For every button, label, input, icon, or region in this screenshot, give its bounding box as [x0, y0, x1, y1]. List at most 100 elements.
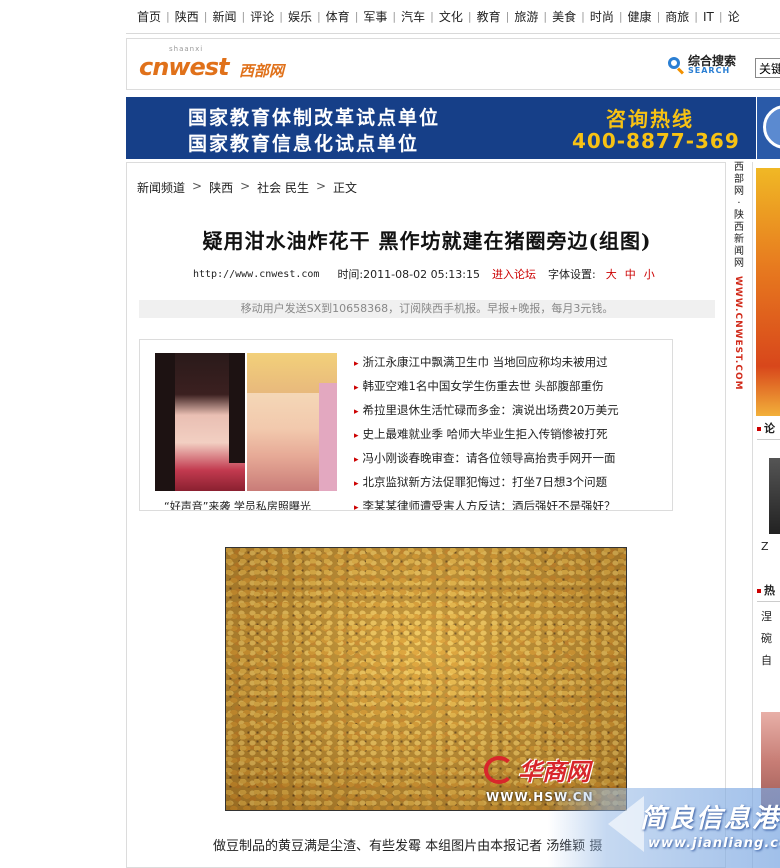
header-bar: shaanxi cnwest 西部网 综合搜索 SEARCH — [126, 38, 780, 90]
nav-item[interactable]: 文化 — [434, 8, 468, 25]
news-list-item[interactable]: ▸ 北京监狱新方法促罪犯悔过：打坐7日想3个问题 — [354, 470, 672, 494]
nav-item[interactable]: 军事 — [358, 8, 392, 25]
sidebar-item-1[interactable]: 涅 — [761, 608, 772, 624]
sidebar-item-3[interactable]: 自 — [761, 652, 772, 668]
hsw-watermark: 华商网 — [484, 752, 590, 787]
right-sidebar: 论 Z 热 涅 碗 自 — [752, 162, 780, 868]
banner-line-2: 国家教育信息化试点单位 — [188, 133, 420, 155]
sidebar-ad[interactable] — [756, 168, 780, 416]
nav-item[interactable]: 汽车 — [396, 8, 430, 25]
vertical-site-strip: 西部网 · 陕西新闻网 WWW.CNWEST.COM — [728, 162, 750, 442]
bullet-icon — [757, 589, 761, 593]
feature-box: “好声音”来袭 学员私房照曝光 ▸ 浙江永康江中飘满卫生巾 当地回应称均未被用过 ▸… — [139, 339, 673, 511]
sidebar-thumbnail[interactable] — [769, 458, 780, 534]
news-title: 浙江永康江中飘满卫生巾 当地回应称均未被用过 — [362, 355, 608, 369]
photo-caption: 做豆制品的黄豆满是尘渣、有些发霉 本组图片由本报记者 汤维颖 摄 — [213, 839, 603, 854]
bullet-icon — [757, 427, 761, 431]
news-list-item[interactable]: ▸ 浙江永康江中飘满卫生巾 当地回应称均未被用过 — [354, 350, 672, 374]
vertical-char: · — [737, 198, 741, 209]
vertical-char: 西 — [734, 222, 744, 233]
nav-item[interactable]: 论 — [723, 8, 745, 25]
chevron-right-icon: > — [240, 179, 251, 193]
nav-item[interactable]: 陕西 — [170, 8, 204, 25]
breadcrumb-item-channel[interactable]: 新闻频道 — [137, 179, 185, 196]
nav-item[interactable]: 娱乐 — [283, 8, 317, 25]
news-title: 希拉里退休生活忙碌而多金：演说出场费20万美元 — [362, 403, 619, 417]
banner-line-1: 国家教育体制改革试点单位 — [188, 107, 441, 129]
search-input[interactable] — [755, 58, 780, 78]
font-size-small[interactable]: 小 — [644, 266, 655, 282]
nav-item[interactable]: 时尚 — [585, 8, 619, 25]
hotline-label: 咨询热线 — [606, 107, 694, 131]
nav-item[interactable]: 教育 — [472, 8, 506, 25]
site-watermark: 简良信息港 www.jianliang.com — [548, 788, 780, 868]
vertical-char: 新 — [734, 234, 744, 245]
vertical-char: 闻 — [734, 246, 744, 257]
font-size-large[interactable]: 大 — [606, 266, 617, 282]
breadcrumb: 新闻频道 > 陕西 > 社会 民生 > 正文 — [137, 179, 357, 196]
article-title: 疑用泔水油炸花干 黑作坊就建在猪圈旁边(组图) — [202, 229, 652, 253]
news-list-item[interactable]: ▸ 史上最难就业季 哈师大毕业生拒入传销惨被打死 — [354, 422, 672, 446]
forum-link[interactable]: 进入论坛 — [492, 266, 536, 282]
breadcrumb-item-current: 正文 — [333, 181, 358, 195]
sidebar-section-forum[interactable]: 论 — [757, 420, 780, 440]
feature-photo-1[interactable] — [155, 353, 245, 491]
font-size-medium[interactable]: 中 — [625, 266, 636, 282]
news-list-item[interactable]: ▸ 冯小刚谈春晚审查：请各位领导高抬贵手网开一面 — [354, 446, 672, 470]
news-title: 李某某律师遭受害人方反诘：酒后强奸不是强奸？ — [362, 499, 616, 511]
nav-item[interactable]: 美食 — [547, 8, 581, 25]
nav-item[interactable]: 新闻 — [207, 8, 241, 25]
bullet-icon: ▸ — [354, 479, 359, 489]
news-list-item[interactable]: ▸ 希拉里退休生活忙碌而多金：演说出场费20万美元 — [354, 398, 672, 422]
bullet-icon: ▸ — [354, 383, 359, 393]
search-label-en: SEARCH — [688, 66, 731, 75]
nav-item[interactable]: 健康 — [623, 8, 657, 25]
nav-item[interactable]: 商旅 — [660, 8, 694, 25]
news-title: 史上最难就业季 哈师大毕业生拒入传销惨被打死 — [362, 427, 608, 441]
news-list-item[interactable]: ▸ 韩亚空难1名中国女学生伤重去世 头部腹部重伤 — [354, 374, 672, 398]
sidebar-item-2[interactable]: 碗 — [761, 630, 772, 646]
nav-item[interactable]: 体育 — [321, 8, 355, 25]
vertical-url[interactable]: WWW.CNWEST.COM — [733, 276, 743, 391]
search-icon — [667, 56, 685, 75]
bullet-icon: ▸ — [354, 359, 359, 369]
left-gutter — [0, 0, 126, 868]
logo-subtitle: shaanxi — [169, 45, 204, 53]
watermark-title: 简良信息港 — [640, 804, 780, 834]
source-url[interactable]: http://www.cnwest.com — [193, 269, 319, 280]
news-title: 北京监狱新方法促罪犯悔过：打坐7日想3个问题 — [362, 475, 608, 489]
chevron-right-icon: > — [192, 179, 203, 193]
related-news-list: ▸ 浙江永康江中飘满卫生巾 当地回应称均未被用过 ▸ 韩亚空难1名中国女学生伤重去世 … — [354, 350, 672, 511]
news-list-item[interactable]: ▸ 李某某律师遭受害人方反诘：酒后强奸不是强奸？ — [354, 494, 672, 511]
sidebar-section-hot[interactable]: 热 — [757, 582, 780, 602]
watermark-url: www.jianliang.com — [648, 836, 780, 851]
logo-text: cnwest — [139, 53, 230, 81]
education-banner-ad[interactable]: 国家教育体制改革试点单位 国家教育信息化试点单位 咨询热线 400-8877-3… — [126, 97, 756, 159]
article-panel: 新闻频道 > 陕西 > 社会 民生 > 正文 疑用泔水油炸花干 黑作坊就建在猪圈… — [126, 162, 726, 868]
sms-promo[interactable]: 移动用户发送SX到10658368，订阅陕西手机报。早报+晚报，每月3元钱。 — [139, 300, 715, 318]
nav-item[interactable]: 评论 — [245, 8, 279, 25]
sidebar-snippet: Z — [761, 540, 769, 553]
vertical-char: 西 — [734, 162, 744, 173]
article-photo: 华商网 WWW.HSW.CN — [225, 547, 627, 811]
arrow-icon — [608, 796, 644, 852]
logo-name: 西部网 — [239, 62, 285, 80]
nav-item[interactable]: 旅游 — [509, 8, 543, 25]
vertical-char: 部 — [734, 174, 744, 185]
publish-time: 时间:2011-08-02 05:13:15 — [337, 268, 480, 281]
news-title: 韩亚空难1名中国女学生伤重去世 头部腹部重伤 — [362, 379, 604, 393]
hsw-watermark-text: 华商网 — [518, 757, 590, 786]
feature-photo-caption[interactable]: “好声音”来袭 学员私房照曝光 — [164, 498, 311, 510]
breadcrumb-item-society[interactable]: 社会 民生 — [257, 179, 309, 196]
vertical-char: 陕 — [734, 210, 744, 221]
breadcrumb-item-shaanxi[interactable]: 陕西 — [209, 179, 233, 196]
font-size-label: 字体设置: — [547, 268, 596, 281]
nav-item[interactable]: IT — [698, 10, 719, 24]
feature-photos[interactable] — [155, 353, 337, 493]
site-logo[interactable]: shaanxi cnwest 西部网 — [139, 45, 309, 83]
hsw-logo-icon — [484, 755, 514, 784]
feature-photo-2[interactable] — [247, 353, 337, 491]
emblem-ad[interactable] — [757, 97, 780, 159]
search-label-block[interactable]: 综合搜索 SEARCH — [667, 55, 736, 75]
nav-item[interactable]: 首页 — [132, 8, 166, 25]
